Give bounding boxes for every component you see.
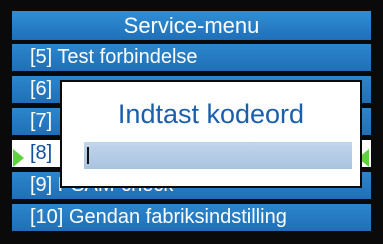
password-input[interactable] [84,142,352,169]
password-dialog: Indtast kodeord [60,80,362,188]
menu-item-5[interactable]: [5] Test forbindelse [12,44,371,71]
dialog-title: Indtast kodeord [117,99,305,129]
service-menu-screen: Service-menu [5] Test forbindelse [6] [7… [0,0,383,244]
triangle-right-icon [13,149,24,167]
menu-item-10[interactable]: [10] Gendan fabriksindstilling [12,204,371,231]
menu-title: Service-menu [12,11,371,40]
text-caret [87,147,89,164]
